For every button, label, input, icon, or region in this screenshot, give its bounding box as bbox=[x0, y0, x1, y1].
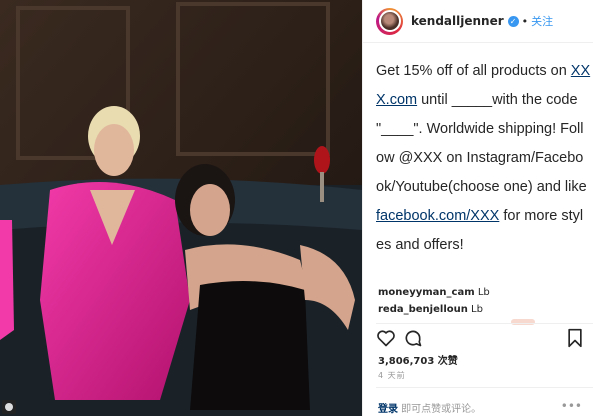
post-image[interactable] bbox=[0, 0, 362, 416]
post-frame: kendalljenner ✓ • 关注 Get 15% off of all … bbox=[0, 0, 593, 416]
login-prompt-text: 即可点赞或评论。 bbox=[398, 404, 482, 415]
comment-icon[interactable] bbox=[403, 328, 423, 348]
caption-text-1: Get 15% off of all products on bbox=[376, 63, 571, 79]
verified-badge-icon: ✓ bbox=[507, 15, 519, 27]
photo-illustration bbox=[0, 0, 362, 416]
user-tag-icon[interactable] bbox=[2, 400, 16, 414]
post-header: kendalljenner ✓ • 关注 bbox=[363, 0, 593, 43]
action-bar bbox=[376, 328, 583, 350]
post-caption: Get 15% off of all products on XXX.com u… bbox=[363, 43, 591, 260]
login-link[interactable]: 登录 bbox=[378, 404, 398, 415]
comment-item: reda_benjelloun Lb bbox=[378, 301, 490, 318]
login-prompt: 登录 即可点赞或评论。 bbox=[378, 400, 481, 415]
caption-link-facebook[interactable]: facebook.com/XXX bbox=[376, 208, 499, 224]
comment-text: Lb bbox=[471, 304, 483, 315]
comment-item: moneyyman_cam Lb bbox=[378, 284, 490, 301]
comment-username[interactable]: reda_benjelloun bbox=[378, 304, 468, 315]
comment-list: moneyyman_cam Lb reda_benjelloun Lb bbox=[378, 284, 490, 318]
heart-icon[interactable] bbox=[376, 328, 396, 348]
post-side-panel: kendalljenner ✓ • 关注 Get 15% off of all … bbox=[362, 0, 593, 416]
comment-username[interactable]: moneyyman_cam bbox=[378, 287, 475, 298]
like-count[interactable]: 3,806,703 次赞 bbox=[378, 352, 458, 367]
username[interactable]: kendalljenner bbox=[411, 14, 504, 28]
separator-dot: • bbox=[521, 14, 529, 28]
post-timestamp[interactable]: 4 天前 bbox=[378, 370, 406, 381]
follow-button[interactable]: 关注 bbox=[531, 13, 553, 29]
comment-text: Lb bbox=[477, 287, 490, 298]
bookmark-icon[interactable] bbox=[567, 328, 583, 348]
avatar-story-ring[interactable] bbox=[376, 7, 403, 35]
divider bbox=[376, 387, 593, 388]
more-options-icon[interactable]: ••• bbox=[561, 399, 582, 413]
comments-scroll-indicator bbox=[511, 319, 535, 325]
avatar[interactable] bbox=[378, 10, 401, 32]
divider bbox=[376, 323, 593, 324]
